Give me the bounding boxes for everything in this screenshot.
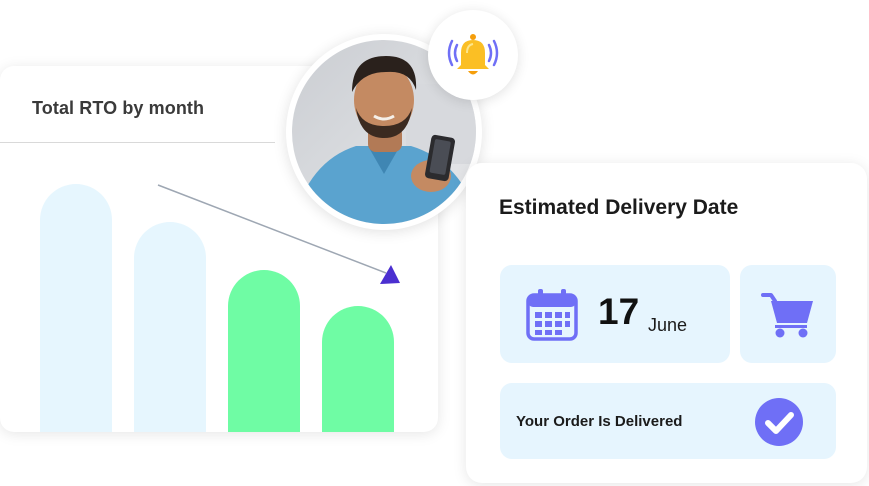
delivery-day: 17 [598, 291, 640, 332]
delivery-title: Estimated Delivery Date [499, 196, 739, 219]
notification-bubble[interactable] [428, 10, 518, 100]
bell-icon [447, 34, 499, 75]
calendar-icon [526, 289, 578, 341]
order-status-text: Your Order Is Delivered [516, 413, 683, 430]
cart-tile[interactable] [740, 265, 836, 363]
delivery-date-tile: 17 June [500, 265, 730, 363]
trend-arrowhead [380, 265, 400, 284]
delivery-card: Estimated Delivery Date 17 June Your Ord… [466, 163, 867, 483]
delivery-month: June [648, 315, 688, 335]
cart-icon [761, 293, 813, 338]
check-circle-icon [755, 398, 803, 446]
order-status-tile: Your Order Is Delivered [500, 383, 836, 459]
